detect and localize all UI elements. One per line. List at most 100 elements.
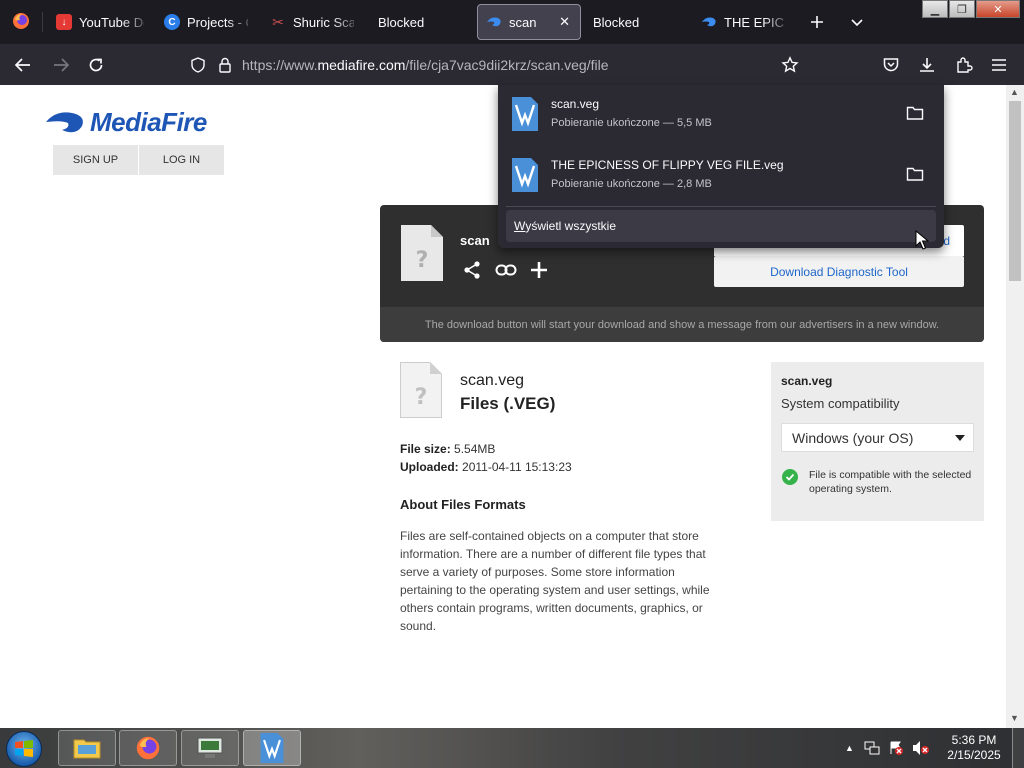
tab-blocked-1[interactable]: Blocked xyxy=(370,4,470,40)
file-name-heading: scan.veg xyxy=(460,372,525,389)
download-item[interactable]: scan.veg Pobieranie ukończone — 5,5 MB xyxy=(498,85,944,145)
compatibility-panel: scan.veg System compatibility Windows (y… xyxy=(771,362,984,521)
uploaded-row: Uploaded: 2011-04-11 15:13:23 xyxy=(400,460,572,474)
caret-down-icon xyxy=(955,435,965,441)
close-icon[interactable]: ✕ xyxy=(559,14,570,30)
back-arrow-icon[interactable] xyxy=(10,52,36,78)
unknown-file-icon: ? xyxy=(400,362,442,418)
folder-icon[interactable] xyxy=(906,105,924,126)
file-size-label: File size: xyxy=(400,442,451,456)
tab-youtube-downloader[interactable]: ↓ YouTube Do xyxy=(48,4,152,40)
tab-label: THE EPICNE xyxy=(724,14,785,30)
url-text: https://www.mediafire.com/file/cja7vac9d… xyxy=(242,57,609,73)
about-heading: About Files Formats xyxy=(400,497,526,512)
system-clock[interactable]: 5:36 PM 2/15/2025 xyxy=(940,733,1008,763)
system-tray: ▲ xyxy=(845,728,930,768)
compat-subtitle: System compatibility xyxy=(781,396,900,411)
close-window-icon[interactable]: ✕ xyxy=(976,0,1020,18)
windows-logo-icon xyxy=(15,740,33,757)
taskbar-network-app[interactable] xyxy=(181,730,239,766)
show-all-downloads-button[interactable]: Wyświetl wszystkie xyxy=(506,210,936,242)
hamburger-menu-icon[interactable] xyxy=(986,52,1012,78)
minimize-icon[interactable]: ▁ xyxy=(922,0,948,18)
tab-bar: ↓ YouTube Do C Projects - C ✂ Shuric Sca… xyxy=(0,0,1024,44)
extensions-icon[interactable] xyxy=(951,52,977,78)
action-center-icon[interactable] xyxy=(888,740,904,756)
file-size-value: 5.54MB xyxy=(454,442,496,456)
page-scrollbar[interactable]: ▲ ▼ xyxy=(1006,85,1024,729)
log-in-button[interactable]: LOG IN xyxy=(139,145,224,175)
url-prefix: https://www. xyxy=(242,56,318,73)
scroll-down-icon[interactable]: ▼ xyxy=(1010,713,1019,723)
scroll-up-icon[interactable]: ▲ xyxy=(1010,87,1019,97)
sign-up-button[interactable]: SIGN UP xyxy=(53,145,138,175)
vegas-file-icon xyxy=(512,97,538,131)
scroll-thumb[interactable] xyxy=(1009,101,1021,281)
download-note: The download button will start your down… xyxy=(380,307,984,342)
mouse-cursor-icon xyxy=(915,230,929,250)
download-status: Pobieranie ukończone — 2,8 MB xyxy=(551,178,712,190)
tab-scan-active[interactable]: scan ✕ xyxy=(477,4,581,40)
shield-icon[interactable] xyxy=(190,56,206,73)
lock-icon[interactable] xyxy=(218,57,232,73)
svg-text:?: ? xyxy=(416,248,429,273)
canva-icon: C xyxy=(164,14,180,30)
tab-epicness[interactable]: THE EPICNE xyxy=(693,4,793,40)
new-tab-icon[interactable] xyxy=(804,9,830,35)
about-text: Files are self-contained objects on a co… xyxy=(400,529,710,633)
clock-time: 5:36 PM xyxy=(951,733,997,747)
reload-icon[interactable] xyxy=(83,52,109,78)
taskbar-vegas[interactable] xyxy=(243,730,301,766)
vegas-file-icon xyxy=(512,158,538,192)
clock-date: 2/15/2025 xyxy=(947,748,1001,762)
start-button[interactable] xyxy=(6,731,42,767)
tab-label: Blocked xyxy=(593,14,640,30)
forward-arrow-icon[interactable] xyxy=(48,52,74,78)
add-icon[interactable] xyxy=(530,260,548,285)
network-icon[interactable] xyxy=(864,740,880,756)
unknown-file-icon: ? xyxy=(401,225,443,281)
computer-icon xyxy=(197,737,223,758)
show-desktop-button[interactable] xyxy=(1012,728,1024,768)
taskbar-explorer[interactable] xyxy=(58,730,116,766)
folder-icon[interactable] xyxy=(906,166,924,187)
url-path: /file/cja7vac9dii2krz/scan.veg/file xyxy=(405,56,609,73)
logo-text: MediaFire xyxy=(90,107,207,137)
downloads-panel: scan.veg Pobieranie ukończone — 5,5 MB T… xyxy=(498,85,944,248)
uploaded-label: Uploaded: xyxy=(400,460,459,474)
mediafire-logo[interactable]: MediaFire xyxy=(46,107,207,138)
check-circle-icon xyxy=(782,469,798,485)
bookmark-star-icon[interactable] xyxy=(777,52,803,78)
pocket-icon[interactable] xyxy=(878,52,904,78)
mediafire-icon xyxy=(486,14,502,30)
show-hidden-icons-icon[interactable]: ▲ xyxy=(845,743,854,753)
chevron-down-icon[interactable] xyxy=(844,9,870,35)
tab-label: Projects - C xyxy=(187,14,248,30)
compat-file-name: scan.veg xyxy=(781,374,833,388)
tab-projects-canva[interactable]: C Projects - C xyxy=(156,4,256,40)
copy-link-icon[interactable] xyxy=(495,260,517,285)
tab-label: scan xyxy=(509,14,537,30)
tab-shuric-scan[interactable]: ✂ Shuric Scan xyxy=(262,4,362,40)
download-name: scan.veg xyxy=(551,97,600,111)
download-diagnostic-tool-button[interactable]: Download Diagnostic Tool xyxy=(714,256,964,287)
restore-icon[interactable]: ❐ xyxy=(949,0,975,18)
window-controls: ▁ ❐ ✕ xyxy=(921,0,1020,18)
svg-text:?: ? xyxy=(415,385,428,410)
compat-message: File is compatible with the selected ope… xyxy=(809,469,972,495)
downloads-icon[interactable] xyxy=(914,52,940,78)
tab-label: Blocked xyxy=(378,14,425,30)
show-all-label: yświetl wszystkie xyxy=(525,219,617,233)
file-type-heading: Files (.VEG) xyxy=(460,394,556,413)
navigation-bar: https://www.mediafire.com/file/cja7vac9d… xyxy=(0,44,1024,85)
taskbar-firefox[interactable] xyxy=(119,730,177,766)
url-bar[interactable]: https://www.mediafire.com/file/cja7vac9d… xyxy=(180,48,810,81)
tab-blocked-2[interactable]: Blocked xyxy=(585,4,685,40)
download-item[interactable]: THE EPICNESS OF FLIPPY VEG FILE.veg Pobi… xyxy=(498,146,944,206)
firefox-menu-icon[interactable] xyxy=(8,8,34,34)
share-icon[interactable] xyxy=(462,260,482,285)
volume-muted-icon[interactable] xyxy=(912,740,930,756)
mediafire-flame-icon xyxy=(46,111,83,132)
download-status: Pobieranie ukończone — 5,5 MB xyxy=(551,117,712,129)
os-select[interactable]: Windows (your OS) xyxy=(781,423,974,452)
